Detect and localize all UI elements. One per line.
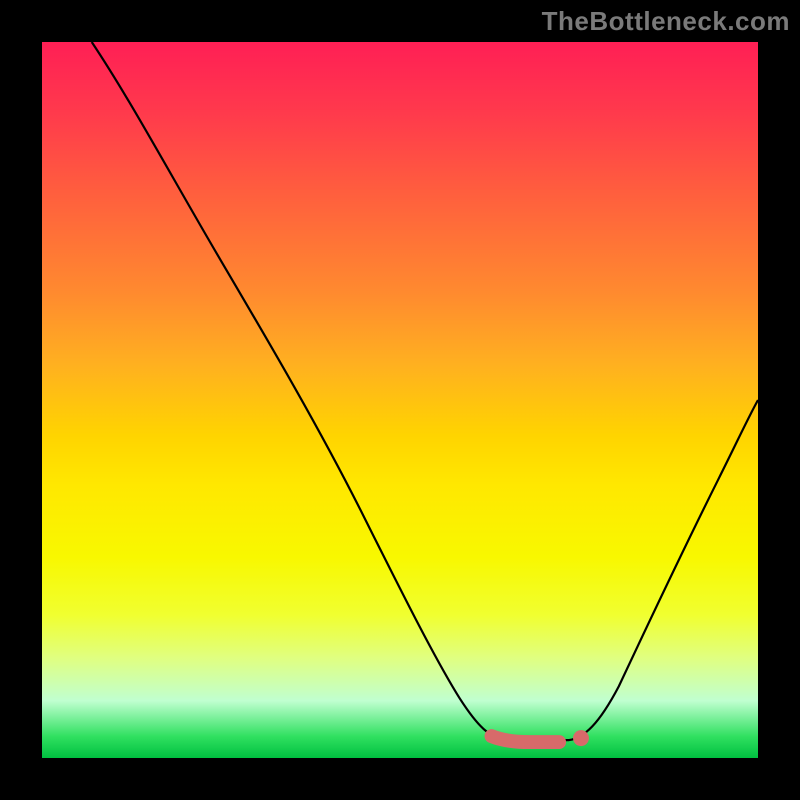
bottom-dot-marker	[573, 730, 589, 746]
plot-area	[40, 40, 760, 760]
chart-svg	[42, 42, 758, 758]
chart-container: TheBottleneck.com	[0, 0, 800, 800]
watermark-text: TheBottleneck.com	[542, 6, 790, 37]
bottleneck-curve	[92, 42, 758, 740]
bottom-dash-segment	[491, 736, 559, 742]
